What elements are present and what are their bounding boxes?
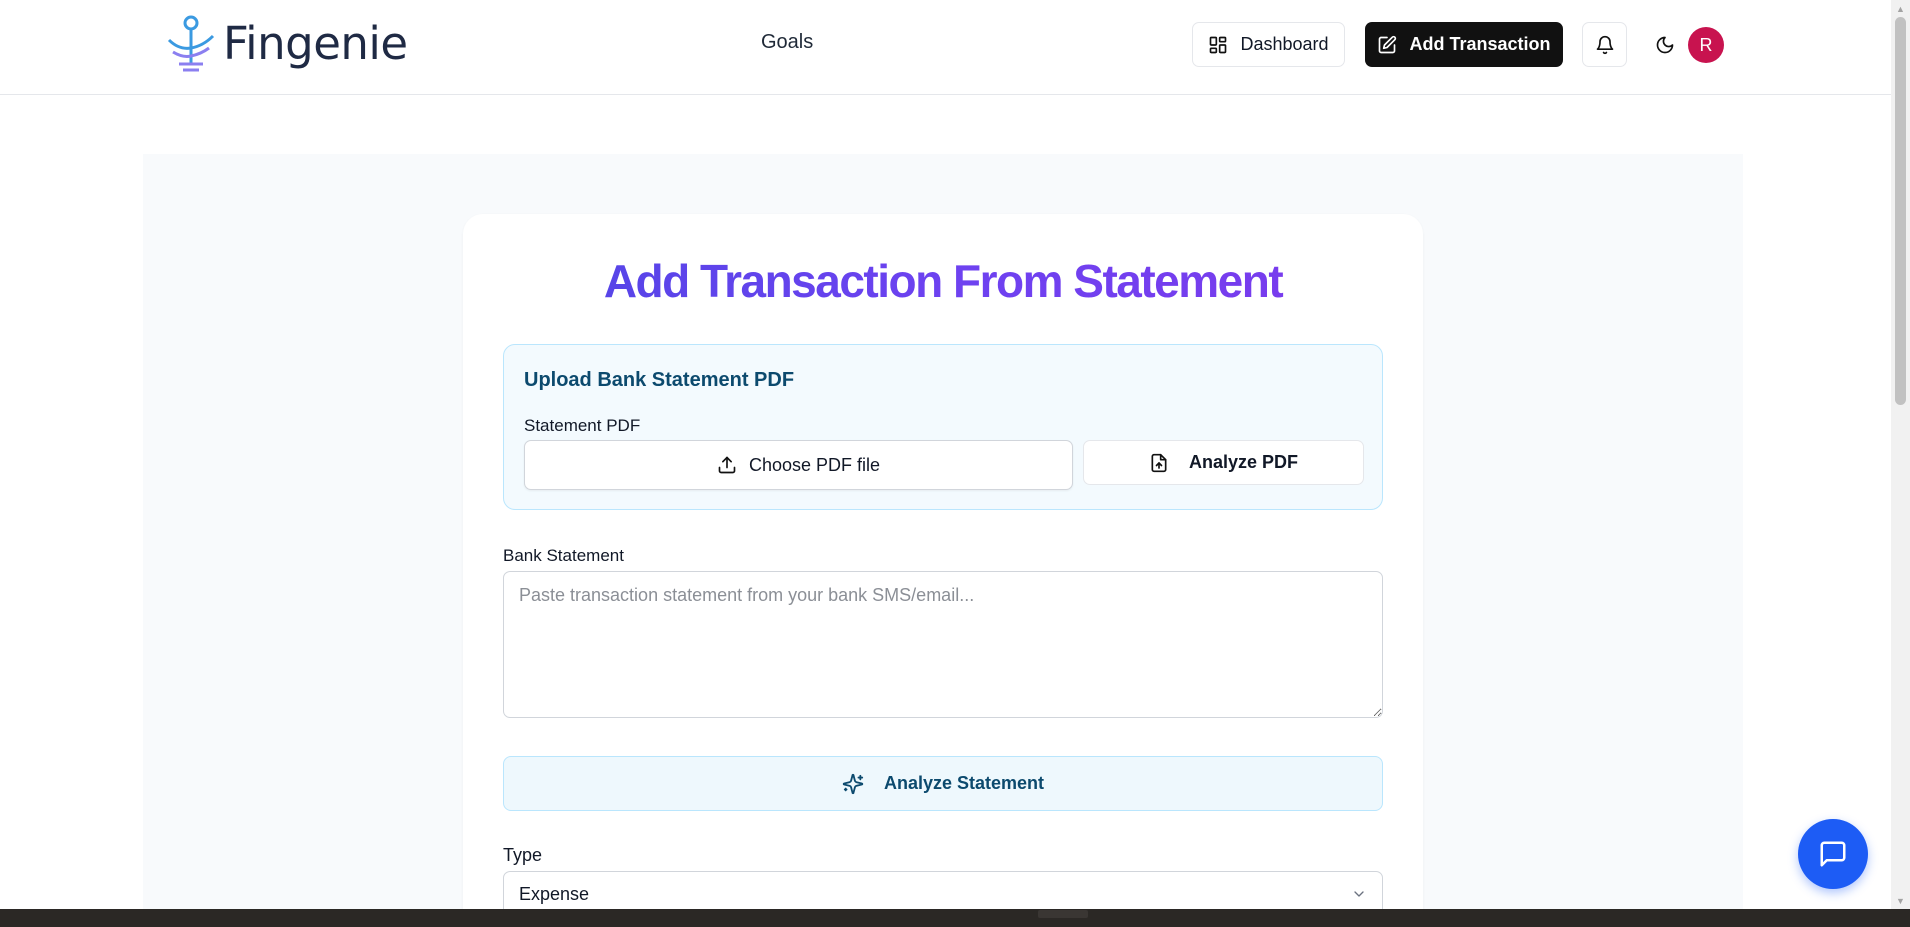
window-bottom-handle (1038, 910, 1088, 918)
theme-toggle-button[interactable] (1642, 22, 1687, 67)
user-avatar[interactable]: R (1688, 27, 1724, 63)
brand-name: Fingenie (223, 16, 408, 70)
fingenie-logo-icon (167, 15, 215, 72)
moon-icon (1656, 36, 1673, 53)
chat-bubble-icon (1820, 841, 1846, 867)
dashboard-button[interactable]: Dashboard (1192, 22, 1345, 67)
chevron-down-icon (1354, 891, 1364, 897)
bank-statement-label: Bank Statement (503, 546, 624, 565)
type-select[interactable]: Expense (503, 871, 1383, 909)
nav-link-goals[interactable]: Goals (761, 31, 813, 54)
top-navbar: Fingenie Goals Dashboard Add Transaction (0, 0, 1891, 95)
page-title: Add Transaction From Statement (463, 254, 1423, 308)
layout-grid-icon (1210, 36, 1227, 53)
analyze-pdf-label: Analyze PDF (1188, 452, 1299, 472)
type-label: Type (503, 845, 543, 865)
dashboard-button-label: Dashboard (1240, 34, 1329, 54)
analyze-pdf-button[interactable]: Analyze PDF (1083, 440, 1364, 485)
statement-pdf-label: Statement PDF (524, 416, 641, 435)
bell-icon (1596, 35, 1613, 54)
window-bottom-frame (0, 909, 1910, 927)
analyze-statement-button[interactable]: Analyze Statement (503, 756, 1383, 811)
add-transaction-card: Add Transaction From Statement Upload Ba… (463, 214, 1423, 909)
add-transaction-button-label: Add Transaction (1409, 34, 1551, 54)
edit-icon (1379, 35, 1397, 53)
upload-icon (718, 456, 736, 474)
analyze-statement-label: Analyze Statement (883, 773, 1045, 793)
choose-pdf-label: Choose PDF file (748, 454, 881, 475)
type-selected-value: Expense (519, 883, 590, 904)
scrollbar-thumb[interactable] (1895, 17, 1906, 405)
scroll-down-arrow-icon[interactable]: ▼ (1891, 892, 1910, 909)
pdf-upload-section: Upload Bank Statement PDF Statement PDF … (503, 344, 1383, 510)
app-viewport: Fingenie Goals Dashboard Add Transaction (0, 0, 1891, 909)
upload-section-title: Upload Bank Statement PDF (524, 369, 795, 391)
scroll-up-arrow-icon[interactable]: ▲ (1891, 0, 1910, 17)
bank-statement-input[interactable] (503, 571, 1383, 718)
chat-button[interactable] (1798, 819, 1868, 889)
vertical-scrollbar[interactable]: ▲ ▼ (1891, 0, 1910, 909)
file-upload-icon (1151, 453, 1167, 472)
sparkles-icon (842, 773, 864, 794)
brand-logo[interactable]: Fingenie (165, 14, 408, 72)
notifications-button[interactable] (1582, 22, 1627, 67)
choose-pdf-button[interactable]: Choose PDF file (524, 440, 1073, 490)
add-transaction-button[interactable]: Add Transaction (1365, 22, 1563, 67)
